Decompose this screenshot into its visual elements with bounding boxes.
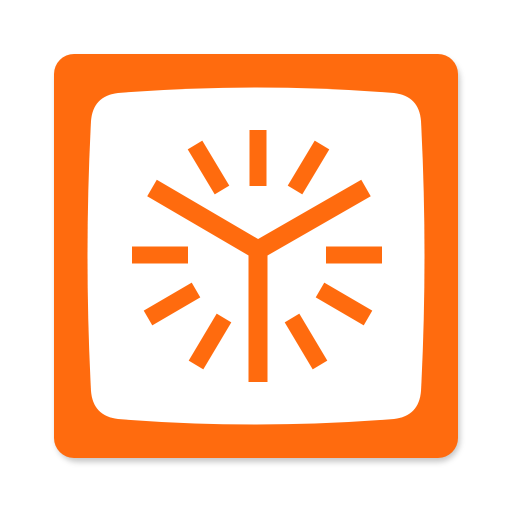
app-icon[interactable] [0,0,512,512]
launcher-canvas [0,0,512,512]
clock-icon [54,54,460,462]
